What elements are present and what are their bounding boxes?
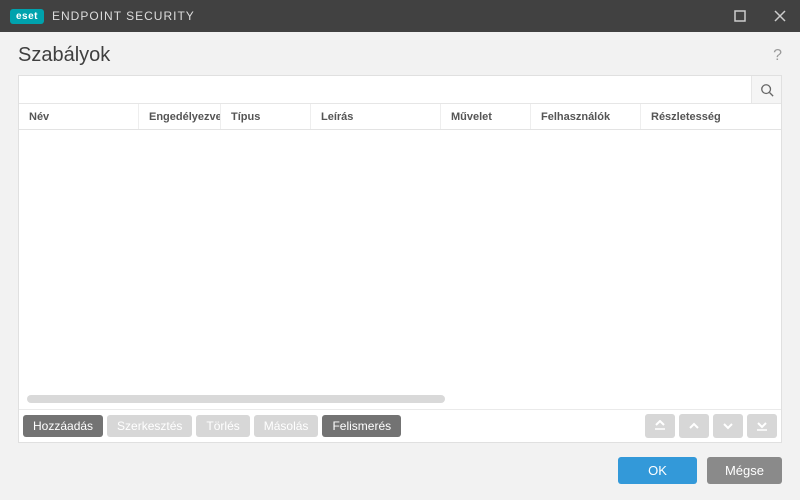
delete-button: Törlés <box>196 415 249 437</box>
add-button[interactable]: Hozzáadás <box>23 415 103 437</box>
content-area: Név Engedélyezve Típus Leírás Művelet Fe… <box>0 75 800 443</box>
recognition-button[interactable]: Felismerés <box>322 415 401 437</box>
rules-panel: Név Engedélyezve Típus Leírás Művelet Fe… <box>18 75 782 443</box>
footer: OK Mégse <box>0 443 800 500</box>
minimize-button[interactable] <box>720 0 760 32</box>
search-button[interactable] <box>751 76 781 103</box>
search-icon <box>760 83 774 97</box>
search-input[interactable] <box>19 76 751 103</box>
col-description[interactable]: Leírás <box>311 104 441 129</box>
cancel-button[interactable]: Mégse <box>707 457 782 484</box>
table-body <box>19 130 781 409</box>
search-row <box>19 76 781 104</box>
move-top-button <box>645 414 675 438</box>
move-bottom-button <box>747 414 777 438</box>
edit-button: Szerkesztés <box>107 415 192 437</box>
col-users[interactable]: Felhasználók <box>531 104 641 129</box>
horizontal-scrollbar[interactable] <box>27 395 773 403</box>
horizontal-scrollbar-thumb[interactable] <box>27 395 445 403</box>
chevron-top-icon <box>654 420 666 432</box>
copy-button: Másolás <box>254 415 319 437</box>
table-header: Név Engedélyezve Típus Leírás Művelet Fe… <box>19 104 781 130</box>
col-name[interactable]: Név <box>19 104 139 129</box>
col-type[interactable]: Típus <box>221 104 311 129</box>
actions-row: Hozzáadás Szerkesztés Törlés Másolás Fel… <box>19 409 781 442</box>
chevron-down-icon <box>722 420 734 432</box>
chevron-bottom-icon <box>756 420 768 432</box>
app-title: ENDPOINT SECURITY <box>52 9 195 23</box>
app-window: eset ENDPOINT SECURITY Szabályok ? Név E… <box>0 0 800 500</box>
move-down-button <box>713 414 743 438</box>
col-verbosity[interactable]: Részletesség <box>641 104 781 129</box>
col-enabled[interactable]: Engedélyezve <box>139 104 221 129</box>
brand-logo: eset <box>10 9 44 24</box>
close-button[interactable] <box>760 0 800 32</box>
move-up-button <box>679 414 709 438</box>
page-header: Szabályok ? <box>0 32 800 75</box>
close-icon <box>774 10 786 22</box>
ok-button[interactable]: OK <box>618 457 697 484</box>
minimize-icon <box>734 10 746 22</box>
help-button[interactable]: ? <box>773 47 782 65</box>
titlebar: eset ENDPOINT SECURITY <box>0 0 800 32</box>
page-title: Szabályok <box>18 44 773 67</box>
chevron-up-icon <box>688 420 700 432</box>
col-action[interactable]: Művelet <box>441 104 531 129</box>
